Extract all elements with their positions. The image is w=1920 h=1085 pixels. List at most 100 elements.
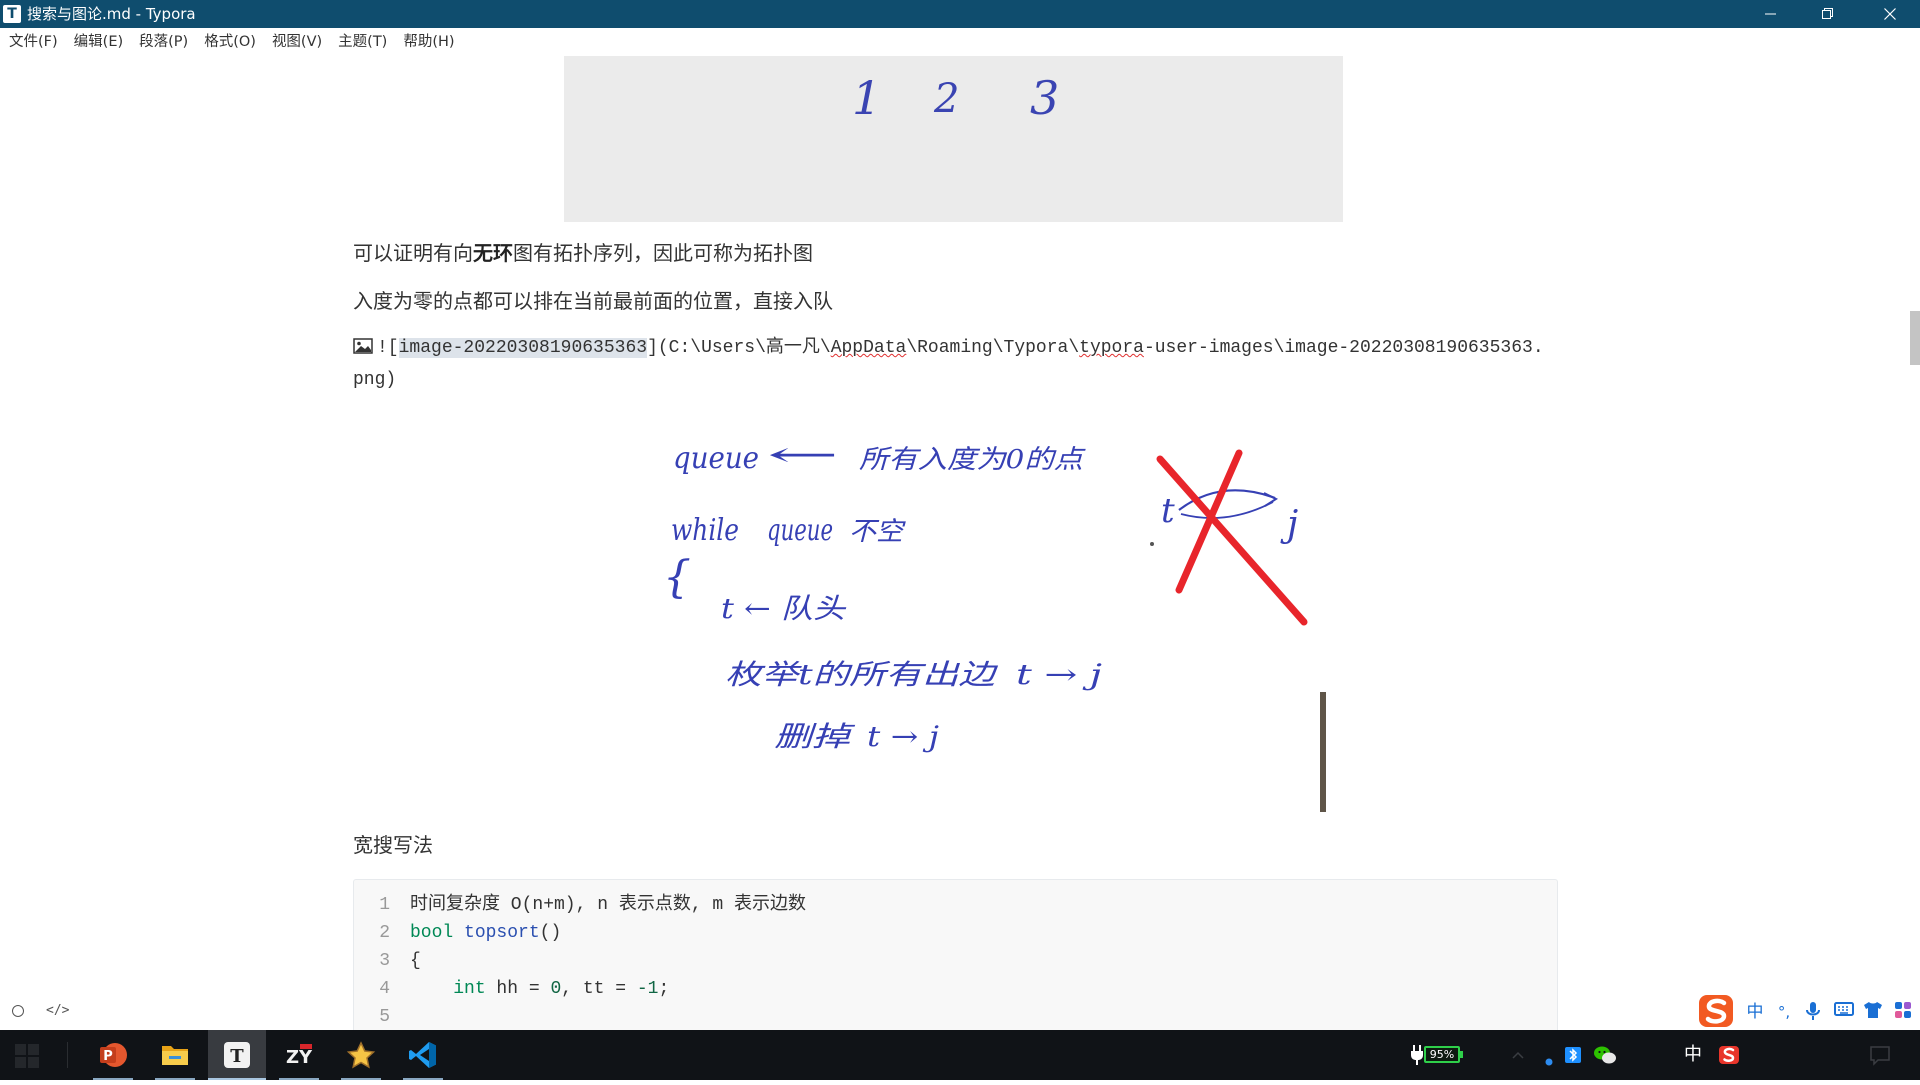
- code-token: hh =: [485, 979, 551, 999]
- paragraph-text: 可以证明有向: [353, 241, 473, 265]
- code-line[interactable]: 3{: [354, 947, 1557, 975]
- typora-icon: T: [224, 1042, 250, 1068]
- close-icon: [1883, 8, 1896, 20]
- image-markdown-source[interactable]: ![image-20220308190635363](C:\Users\高一凡\…: [353, 332, 1558, 396]
- sogou-logo-icon[interactable]: [1697, 993, 1737, 1029]
- tray-battery[interactable]: 95%: [1408, 1030, 1468, 1080]
- taskbar-app-file-explorer[interactable]: [146, 1030, 204, 1080]
- image-alt-text[interactable]: image-20220308190635363: [398, 338, 648, 358]
- code-token: topsort: [464, 923, 540, 943]
- spellcheck-word: typora: [1079, 338, 1144, 358]
- handwritten-digits-image[interactable]: 1 2 3: [564, 56, 1343, 222]
- taskbar-app-vscode[interactable]: [394, 1030, 452, 1080]
- minimize-button[interactable]: [1743, 0, 1799, 28]
- menu-paragraph[interactable]: 段落(P): [139, 28, 188, 56]
- taskbar-app-zy[interactable]: ZY: [270, 1030, 328, 1080]
- code-line[interactable]: 2 bool topsort(): [354, 919, 1557, 947]
- action-center-icon[interactable]: [1866, 1030, 1894, 1080]
- code-line[interactable]: 1 时间复杂度 O(n+m), n 表示点数, m 表示边数: [354, 891, 1557, 919]
- window-title: 搜索与图论.md - Typora: [27, 5, 196, 23]
- sketch-arrow-left: ←: [767, 435, 839, 475]
- menu-bar: 文件(F) 编辑(E) 段落(P) 格式(O) 视图(V) 主题(T) 帮助(H…: [0, 28, 1920, 56]
- menu-theme[interactable]: 主题(T): [338, 28, 387, 56]
- zy-letters: ZY: [286, 1047, 313, 1068]
- zy-app-icon: ZY: [286, 1044, 313, 1068]
- vscode-icon: [409, 1042, 436, 1068]
- bluetooth-icon[interactable]: [1563, 1030, 1583, 1080]
- code-token: 时间复杂度 O(n+m), n 表示点数, m 表示边数: [410, 895, 807, 915]
- sketch-pop-head: t ← 队头: [721, 592, 847, 625]
- taskbar-app-star[interactable]: [332, 1030, 390, 1080]
- ime-toolbar[interactable]: 中 °,: [1697, 993, 1920, 1030]
- handwritten-notes-image[interactable]: queue ← 所有入度为0的点 while queue 不空 { t ← 队头…: [661, 416, 1341, 816]
- power-plug-icon: [1411, 1045, 1423, 1065]
- sketch-zero-indegree: 所有入度为0的点: [859, 445, 1086, 475]
- windows-start-icon[interactable]: [14, 1043, 40, 1069]
- md-open: ![: [377, 338, 399, 358]
- wechat-icon[interactable]: [1592, 1030, 1618, 1080]
- ime-punctuation[interactable]: °,: [1772, 1001, 1796, 1023]
- digits-drawing: 1 2 3: [852, 71, 1059, 125]
- code-text[interactable]: 时间复杂度 O(n+m), n 表示点数, m 表示边数: [410, 891, 806, 919]
- menu-file[interactable]: 文件(F): [9, 28, 58, 56]
- line-number: 3: [379, 951, 390, 971]
- taskbar-app-powerpoint[interactable]: P: [84, 1030, 142, 1080]
- code-token: ;: [658, 979, 670, 999]
- toolbox-grid-icon[interactable]: [1891, 1001, 1915, 1023]
- close-button[interactable]: [1859, 0, 1920, 28]
- menu-edit[interactable]: 编辑(E): [74, 28, 123, 56]
- taskbar: P T ZY: [0, 1030, 1920, 1080]
- code-token: -1: [636, 979, 659, 999]
- circle-outline-icon[interactable]: [12, 1005, 24, 1017]
- scrollbar-thumb[interactable]: [1910, 311, 1920, 365]
- title-bar[interactable]: T 搜索与图论.md - Typora: [0, 0, 1920, 28]
- code-text[interactable]: bool topsort(): [410, 919, 561, 947]
- digit-3: 3: [1030, 71, 1059, 125]
- line-number: 4: [379, 979, 390, 999]
- powerpoint-icon: P: [100, 1043, 127, 1067]
- powerpoint-letter: P: [103, 1049, 113, 1064]
- sketch-mark: [1150, 542, 1154, 546]
- menu-help[interactable]: 帮助(H): [403, 28, 454, 56]
- code-token: , tt =: [561, 979, 637, 999]
- tray-ime-indicator[interactable]: 中: [1680, 1030, 1706, 1080]
- restore-button[interactable]: [1800, 0, 1856, 28]
- menu-format[interactable]: 格式(O): [204, 28, 256, 56]
- microphone-icon[interactable]: [1801, 1001, 1825, 1023]
- show-hidden-icons-chevron-icon[interactable]: [1508, 1030, 1528, 1080]
- notification-dot-icon[interactable]: [1542, 1030, 1556, 1080]
- paragraph-acyclic[interactable]: 可以证明有向无环图有拓扑序列，因此可称为拓扑图: [353, 239, 813, 267]
- battery-icon: 95%: [1424, 1046, 1460, 1063]
- code-token: {: [410, 951, 421, 971]
- keyboard-icon[interactable]: [1832, 1001, 1856, 1023]
- image-path: \Roaming\Typora\: [906, 338, 1080, 358]
- paragraph-indegree[interactable]: 入度为零的点都可以排在当前最前面的位置，直接入队: [353, 287, 833, 315]
- battery-tip: [1460, 1051, 1463, 1058]
- taskbar-app-typora[interactable]: T: [208, 1030, 266, 1080]
- sogou-icon[interactable]: [1716, 1030, 1742, 1080]
- image-icon: [353, 338, 373, 354]
- code-text[interactable]: int hh = 0, tt = -1;: [410, 975, 669, 1003]
- bfs-section-label[interactable]: 宽搜写法: [353, 831, 433, 859]
- code-line[interactable]: 5: [354, 1003, 1557, 1031]
- taskbar-divider: [67, 1042, 68, 1068]
- code-lines: 1 时间复杂度 O(n+m), n 表示点数, m 表示边数 2 bool topso…: [354, 891, 1557, 1031]
- code-line[interactable]: 4 int hh = 0, tt = -1;: [354, 975, 1557, 1003]
- skin-shirt-icon[interactable]: [1861, 1001, 1885, 1023]
- paragraph-text: 图有拓扑序列，因此可称为拓扑图: [513, 241, 813, 265]
- menu-view[interactable]: 视图(V): [272, 28, 322, 56]
- code-token: bool: [410, 923, 454, 943]
- digit-1: 1: [852, 71, 881, 125]
- source-code-icon[interactable]: </>: [46, 1000, 69, 1022]
- line-number: 1: [379, 895, 390, 915]
- code-token: 0: [550, 979, 562, 999]
- sketch-enumerate-edges: 枚举t的所有出边: [725, 658, 999, 691]
- ime-mode-chinese[interactable]: 中: [1743, 1001, 1767, 1023]
- sketch-crossed-t: t: [1161, 491, 1175, 531]
- sketch-queue: queue: [673, 441, 759, 476]
- code-text[interactable]: {: [410, 947, 421, 975]
- image-path: -user-images\image-20220308190635363.: [1143, 338, 1544, 358]
- spellcheck-word: AppData: [830, 338, 907, 358]
